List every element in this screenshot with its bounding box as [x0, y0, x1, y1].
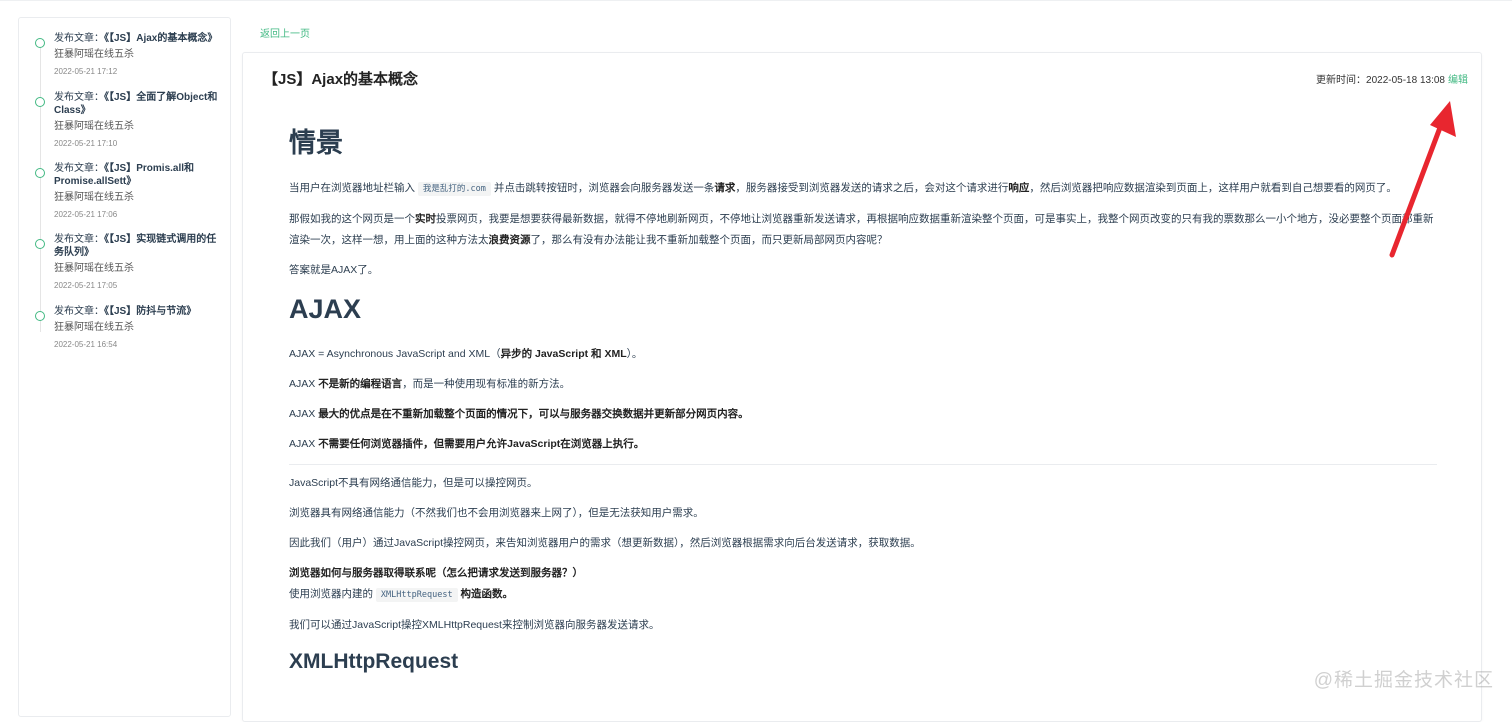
- timeline-item-title[interactable]: 发布文章：《【JS】实现链式调用的任务队列》 狂暴阿瑶在线五杀 2022-05-…: [54, 233, 226, 291]
- timeline-dot-icon: [35, 311, 45, 321]
- heading-ajax: AJAX: [289, 294, 362, 324]
- paragraph: JavaScript不具有网络通信能力，但是可以操控网页。: [289, 477, 538, 489]
- update-label: 更新时间：: [1316, 75, 1367, 86]
- timeline-item-author: 狂暴阿瑶在线五杀: [54, 322, 134, 333]
- timeline-item-author: 狂暴阿瑶在线五杀: [54, 49, 134, 60]
- heading-xmlhttprequest: XMLHttpRequest: [289, 650, 459, 673]
- paragraph: AJAX 不需要任何浏览器插件，但需要用户允许JavaScript在浏览器上执行…: [289, 438, 645, 450]
- timeline-item-time: 2022-05-21 17:06: [54, 210, 118, 219]
- timeline-item-author: 狂暴阿瑶在线五杀: [54, 192, 134, 203]
- timeline-item-title[interactable]: 发布文章：《【JS】Ajax的基本概念》 狂暴阿瑶在线五杀 2022-05-21…: [54, 32, 226, 77]
- paragraph: 浏览器具有网络通信能力（不然我们也不会用浏览器来上网了），但是无法获知用户需求。: [289, 507, 704, 519]
- paragraph: 那假如我的这个网页是一个实时投票网页，我要是想要获得最新数据，就得不停地刷新网页…: [289, 213, 1434, 246]
- timeline-dot-icon: [35, 239, 45, 249]
- timeline-item-time: 2022-05-21 17:12: [54, 67, 118, 76]
- paragraph: 我们可以通过JavaScript操控XMLHttpRequest来控制浏览器向服…: [289, 619, 660, 631]
- timeline-dot-icon: [35, 38, 45, 48]
- heading-scene: 情景: [289, 128, 343, 158]
- update-time: 2022-05-18 13:08: [1366, 75, 1445, 86]
- update-info: 更新时间：2022-05-18 13:08 编辑: [1316, 71, 1468, 86]
- paragraph: 答案就是AJAX了。: [289, 264, 379, 276]
- paragraph: AJAX 不是新的编程语言，而是一种使用现有标准的新方法。: [289, 378, 571, 390]
- inline-code: 我是乱打的.com: [417, 182, 491, 196]
- article-body: 情景 当用户在浏览器地址栏输入 我是乱打的.com 并点击跳转按钮时，浏览器会向…: [289, 115, 1437, 676]
- timeline-item-title[interactable]: 发布文章：《【JS】Promis.all和Promise.allSett》 狂暴…: [54, 162, 226, 220]
- edit-link[interactable]: 编辑: [1448, 75, 1468, 86]
- top-divider: [0, 0, 1512, 1]
- timeline-dot-icon: [35, 97, 45, 107]
- timeline-line: [40, 42, 41, 332]
- paragraph: 当用户在浏览器地址栏输入 我是乱打的.com 并点击跳转按钮时，浏览器会向服务器…: [289, 182, 1397, 196]
- timeline-item-author: 狂暴阿瑶在线五杀: [54, 121, 134, 132]
- activity-timeline: 发布文章：《【JS】Ajax的基本概念》 狂暴阿瑶在线五杀 2022-05-21…: [18, 17, 231, 717]
- paragraph: 浏览器如何与服务器取得联系呢（怎么把请求发送到服务器？） 使用浏览器内建的 XM…: [289, 567, 583, 602]
- paragraph: AJAX 最大的优点是在不重新加载整个页面的情况下，可以与服务器交换数据并更新部…: [289, 408, 749, 420]
- timeline-item-time: 2022-05-21 17:05: [54, 281, 118, 290]
- timeline-item-time: 2022-05-21 16:54: [54, 340, 118, 349]
- back-link[interactable]: 返回上一页: [260, 25, 310, 40]
- timeline-item-title[interactable]: 发布文章：《【JS】全面了解Object和Class》 狂暴阿瑶在线五杀 202…: [54, 91, 226, 149]
- article-title: 【JS】Ajax的基本概念: [263, 71, 419, 88]
- paragraph: AJAX = Asynchronous JavaScript and XML（异…: [289, 348, 643, 360]
- inline-code: XMLHttpRequest: [375, 588, 458, 602]
- timeline-dot-icon: [35, 168, 45, 178]
- watermark: @稀土掘金技术社区: [1313, 670, 1494, 691]
- timeline-item-title[interactable]: 发布文章：《【JS】防抖与节流》 狂暴阿瑶在线五杀 2022-05-21 16:…: [54, 305, 226, 350]
- timeline-item-time: 2022-05-21 17:10: [54, 139, 118, 148]
- timeline-item-author: 狂暴阿瑶在线五杀: [54, 263, 134, 274]
- paragraph: 因此我们（用户）通过JavaScript操控网页，来告知浏览器用户的需求（想更新…: [289, 537, 921, 549]
- divider: [289, 464, 1437, 465]
